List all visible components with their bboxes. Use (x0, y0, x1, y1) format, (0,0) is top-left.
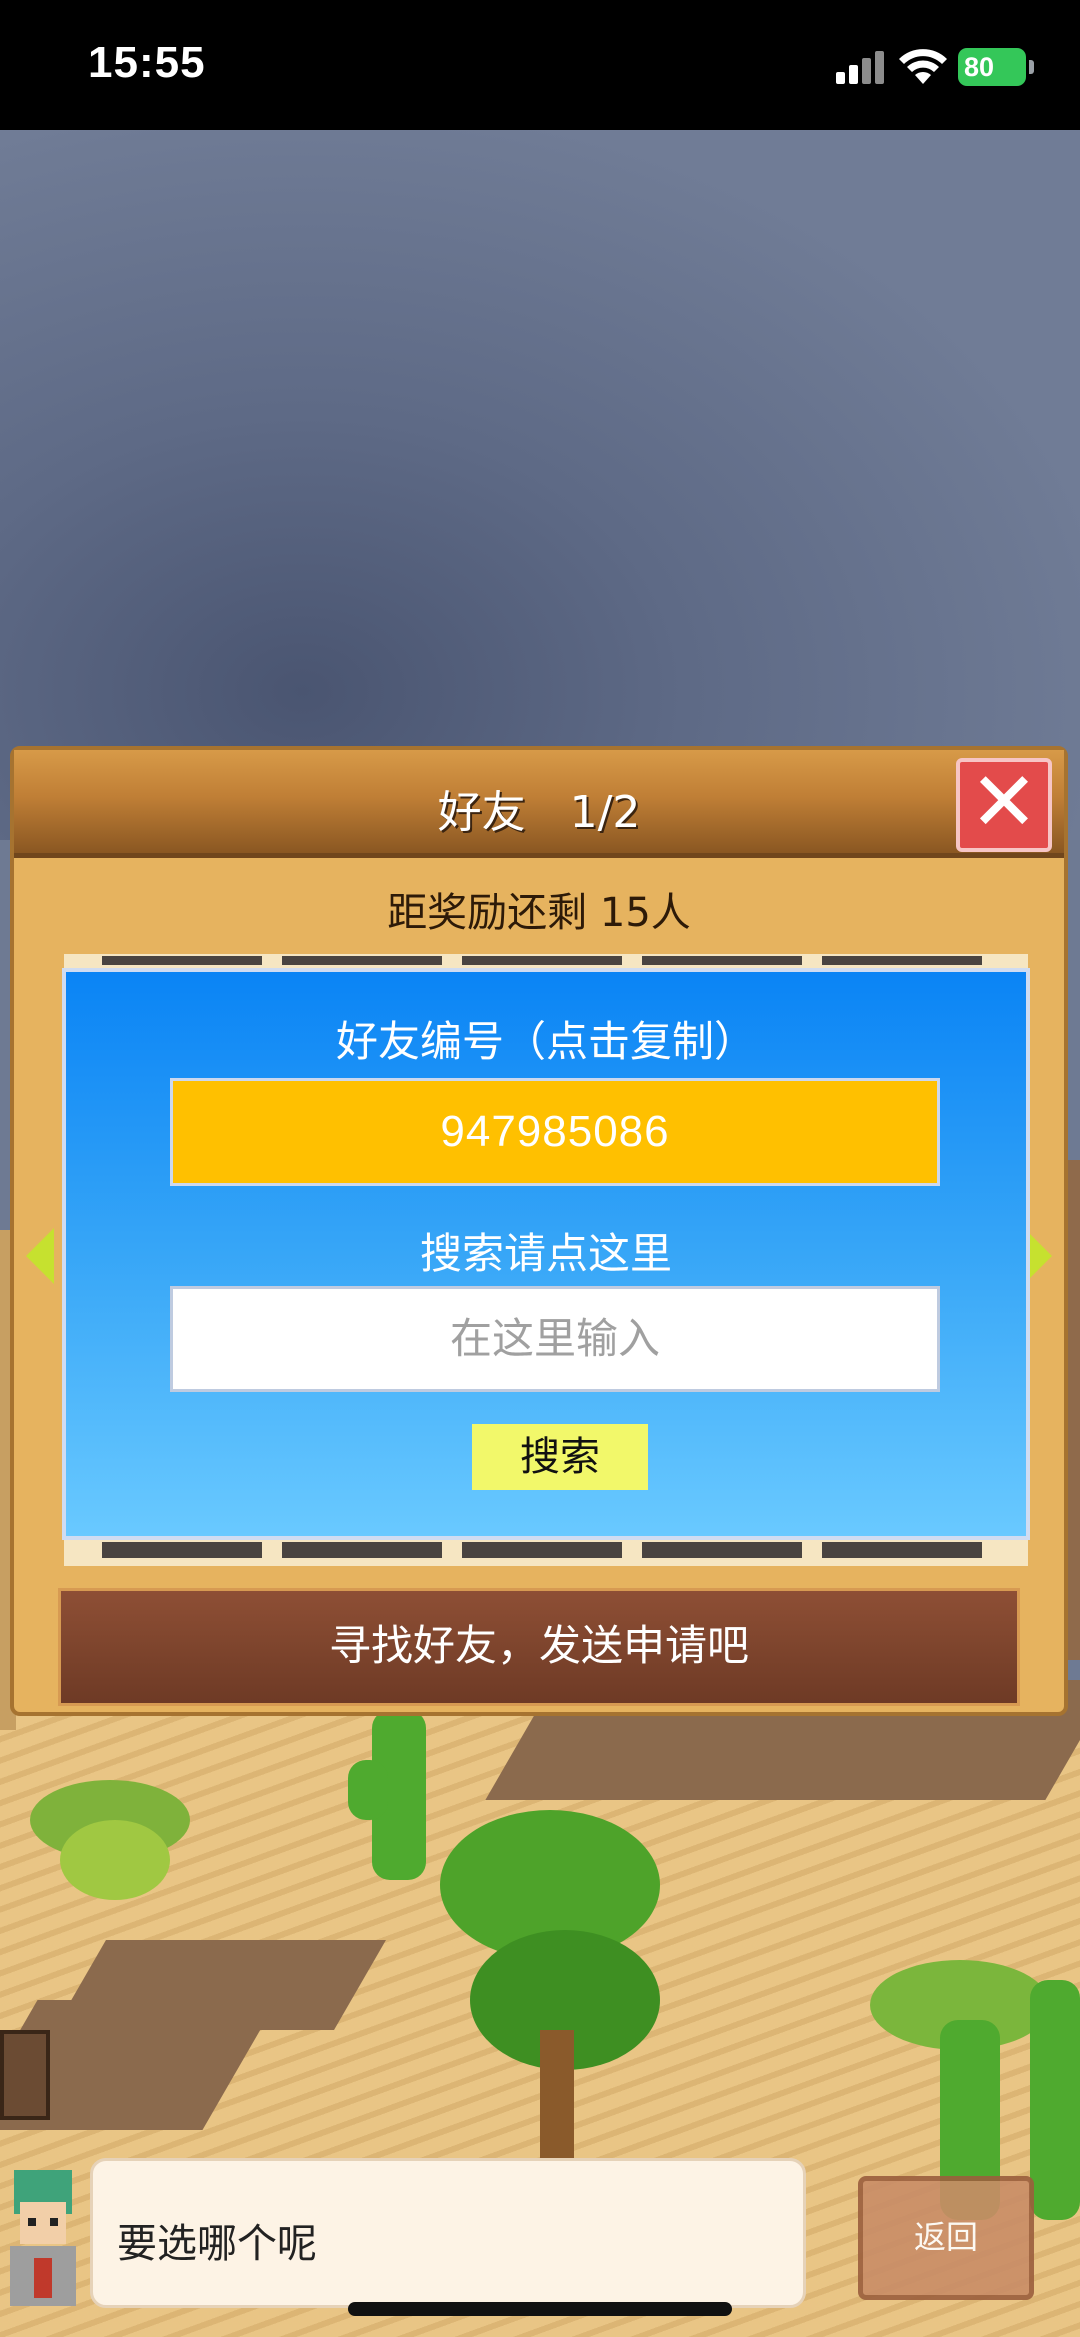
status-bar: 15:55 80 (0, 0, 1080, 130)
tab-strip-bottom (64, 1540, 1028, 1566)
back-button[interactable]: 返回 (858, 2176, 1034, 2300)
search-label: 搜索请点这里 (419, 1229, 672, 1278)
dialog-title: 好友 1/2 (437, 787, 641, 838)
friend-panel: 好友编号（点击复制） 947985086 搜索请点这里 在这里输入 搜索 (62, 968, 1030, 1540)
close-icon: ✕ (969, 755, 1039, 850)
search-input[interactable]: 在这里输入 (170, 1286, 940, 1392)
wifi-icon (899, 49, 947, 84)
friend-id-label: 好友编号（点击复制） (335, 1017, 756, 1066)
status-time: 15:55 (88, 38, 206, 87)
home-indicator (348, 2302, 732, 2316)
previous-page-arrow-icon[interactable] (26, 1228, 54, 1284)
character-portrait (10, 2170, 76, 2306)
speech-bubble: 要选哪个呢 (90, 2158, 806, 2308)
sky-background (0, 130, 1080, 850)
search-button[interactable]: 搜索 (472, 1424, 648, 1490)
find-friends-banner[interactable]: 寻找好友，发送申请吧 (58, 1588, 1020, 1706)
close-button[interactable]: ✕ (956, 758, 1052, 852)
speech-text: 要选哪个呢 (117, 2221, 317, 2267)
reward-progress-text: 距奖励还剩 15人 (387, 890, 691, 936)
friend-id-copy-button[interactable]: 947985086 (170, 1078, 940, 1186)
dialog-header: 好友 1/2 ✕ (14, 750, 1064, 858)
friend-dialog: 好友 1/2 ✕ 距奖励还剩 15人 好友编号（点击复制） 947985086 … (10, 746, 1068, 1716)
map-edge-right (1068, 1160, 1080, 1660)
battery-charging-icon: 80 (958, 48, 1034, 86)
signal-icon (836, 50, 886, 84)
battery-level: 80 (964, 52, 995, 82)
tab-strip-top (64, 954, 1028, 968)
